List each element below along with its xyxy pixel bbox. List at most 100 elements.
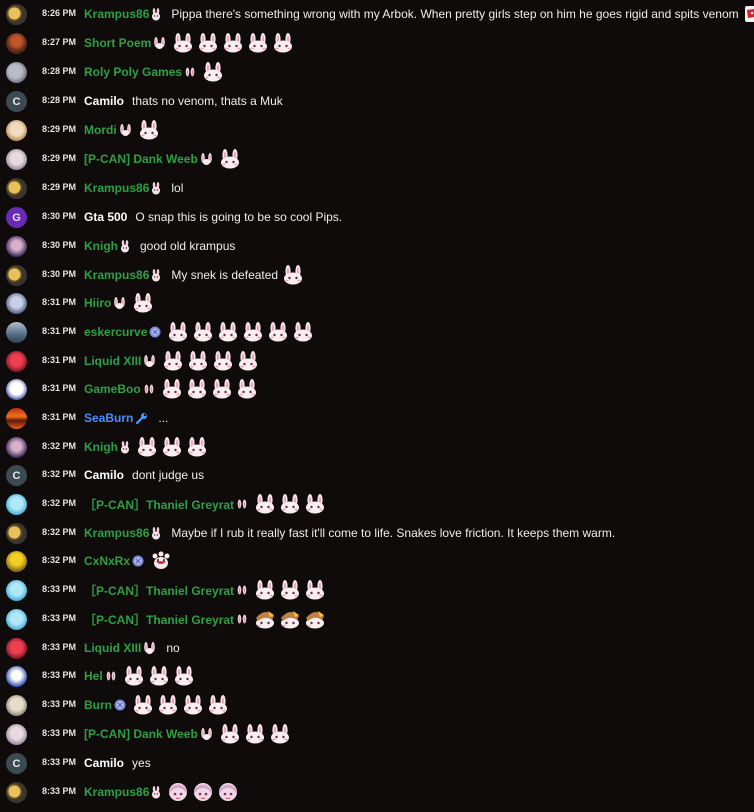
username[interactable]: Short Poem <box>84 36 151 50</box>
bunny-emote-icon[interactable] <box>162 351 184 371</box>
username[interactable]: ［P-CAN］Thaniel Greyrat <box>84 611 234 628</box>
user-avatar[interactable] <box>6 351 27 372</box>
user-avatar[interactable] <box>6 724 27 745</box>
bunny-emote-icon[interactable] <box>187 351 209 371</box>
user-avatar[interactable] <box>6 178 27 199</box>
bunny-emote-icon[interactable] <box>237 351 259 371</box>
bunny-emote-icon[interactable] <box>161 379 183 399</box>
user-avatar[interactable] <box>6 62 27 83</box>
username[interactable]: Hel <box>84 669 103 683</box>
bunny-badge-icon[interactable] <box>120 239 130 253</box>
bunny-emote-icon[interactable] <box>157 695 179 715</box>
hat-bunny-emote-icon[interactable] <box>304 609 326 629</box>
bunny-badge-icon[interactable] <box>151 785 161 799</box>
user-avatar[interactable] <box>6 666 27 687</box>
bunny-emote-icon[interactable] <box>254 580 276 600</box>
bunny-emote-icon[interactable] <box>172 33 194 53</box>
bunny-emote-icon[interactable] <box>272 33 294 53</box>
bunny-emote-icon[interactable] <box>222 33 244 53</box>
user-avatar[interactable] <box>6 408 27 429</box>
user-avatar[interactable] <box>6 265 27 286</box>
username[interactable]: Krampus86 <box>84 181 149 195</box>
username[interactable]: Knigh <box>84 239 118 253</box>
user-avatar[interactable] <box>6 523 27 544</box>
bunny-emote-icon[interactable] <box>138 120 160 140</box>
username[interactable]: eskercurve <box>84 325 147 339</box>
bunny-ears-badge-icon[interactable] <box>200 728 213 740</box>
user-avatar[interactable] <box>6 638 27 659</box>
bunny-ears-badge-icon[interactable] <box>113 297 126 309</box>
username[interactable]: Krampus86 <box>84 526 149 540</box>
user-avatar[interactable] <box>6 4 27 25</box>
bunny-emote-icon[interactable] <box>247 33 269 53</box>
user-avatar[interactable] <box>6 437 27 458</box>
bunny-emote-icon[interactable] <box>197 33 219 53</box>
user-avatar[interactable] <box>6 379 27 400</box>
bunny-emote-icon[interactable] <box>254 494 276 514</box>
pippa-emote-emote-icon[interactable] <box>743 4 754 24</box>
bunny-emote-icon[interactable] <box>123 666 145 686</box>
user-avatar[interactable] <box>6 695 27 716</box>
user-avatar[interactable] <box>6 494 27 515</box>
bunny-ears-badge-icon[interactable] <box>143 355 156 367</box>
small-ears-badge-icon[interactable] <box>236 585 248 595</box>
bunny-emote-icon[interactable] <box>132 293 154 313</box>
prime-badge-icon[interactable] <box>132 555 144 567</box>
username[interactable]: Hiiro <box>84 296 111 310</box>
username[interactable]: Gta 500 <box>84 210 127 224</box>
user-avatar[interactable]: C <box>6 753 27 774</box>
user-avatar[interactable] <box>6 551 27 572</box>
bunny-emote-icon[interactable] <box>167 322 189 342</box>
bunny-emote-icon[interactable] <box>182 695 204 715</box>
username[interactable]: ［P-CAN］Thaniel Greyrat <box>84 496 234 513</box>
hat-bunny-emote-icon[interactable] <box>279 609 301 629</box>
hat-bunny-emote-icon[interactable] <box>254 609 276 629</box>
prime-badge-icon[interactable] <box>114 699 126 711</box>
bunny-emote-icon[interactable] <box>304 580 326 600</box>
bunny-badge-icon[interactable] <box>151 7 161 21</box>
user-avatar[interactable]: C <box>6 91 27 112</box>
bunny-emote-icon[interactable] <box>148 666 170 686</box>
bunny-badge-icon[interactable] <box>120 440 130 454</box>
bunny-badge-icon[interactable] <box>151 181 161 195</box>
bunny-emote-icon[interactable] <box>217 322 239 342</box>
bunny-emote-icon[interactable] <box>161 437 183 457</box>
username[interactable]: Burn <box>84 698 112 712</box>
girl-emote-icon[interactable] <box>167 782 189 802</box>
small-ears-badge-icon[interactable] <box>105 671 117 681</box>
bunny-emote-icon[interactable] <box>219 724 241 744</box>
bunny-emote-icon[interactable] <box>132 695 154 715</box>
bunny-emote-icon[interactable] <box>304 494 326 514</box>
username[interactable]: [P-CAN] Dank Weeb <box>84 727 198 741</box>
creature-emote-icon[interactable] <box>150 551 172 571</box>
username[interactable]: Mordi <box>84 123 117 137</box>
username[interactable]: Roly Poly Games <box>84 65 182 79</box>
bunny-emote-icon[interactable] <box>202 62 224 82</box>
username[interactable]: [P-CAN] Dank Weeb <box>84 152 198 166</box>
username[interactable]: GameBoo <box>84 382 141 396</box>
girl-emote-icon[interactable] <box>192 782 214 802</box>
bunny-emote-icon[interactable] <box>292 322 314 342</box>
small-ears-badge-icon[interactable] <box>143 384 155 394</box>
bunny-emote-icon[interactable] <box>186 437 208 457</box>
bunny-emote-icon[interactable] <box>186 379 208 399</box>
user-avatar[interactable] <box>6 580 27 601</box>
bunny-emote-icon[interactable] <box>269 724 291 744</box>
bunny-emote-icon[interactable] <box>244 724 266 744</box>
girl-emote-icon[interactable] <box>217 782 239 802</box>
bunny-badge-icon[interactable] <box>151 268 161 282</box>
username[interactable]: CxNxRx <box>84 554 130 568</box>
user-avatar[interactable] <box>6 120 27 141</box>
prime-badge-icon[interactable] <box>149 326 161 338</box>
user-avatar[interactable] <box>6 236 27 257</box>
username[interactable]: Krampus86 <box>84 268 149 282</box>
bunny-emote-icon[interactable] <box>282 265 304 285</box>
bunny-emote-icon[interactable] <box>211 379 233 399</box>
username[interactable]: SeaBurn <box>84 411 133 425</box>
bunny-emote-icon[interactable] <box>173 666 195 686</box>
bunny-emote-icon[interactable] <box>136 437 158 457</box>
bunny-ears-badge-icon[interactable] <box>119 124 132 136</box>
username[interactable]: Knigh <box>84 440 118 454</box>
small-ears-badge-icon[interactable] <box>236 499 248 509</box>
username[interactable]: ［P-CAN］Thaniel Greyrat <box>84 582 234 599</box>
